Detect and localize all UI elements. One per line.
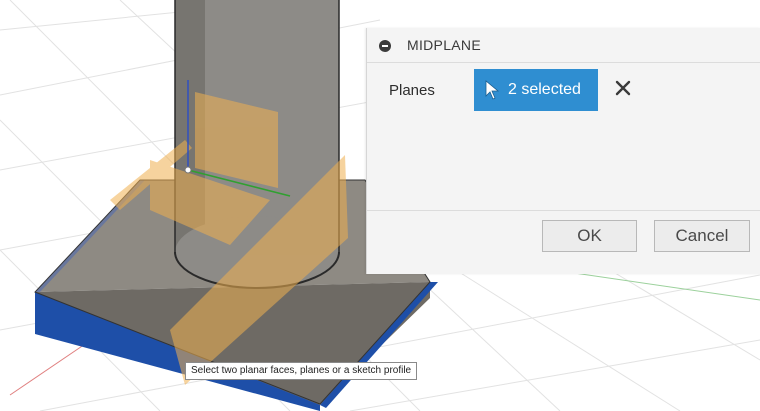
planes-label: Planes: [389, 82, 435, 99]
planes-selection-button[interactable]: 2 selected: [474, 69, 598, 111]
ok-button[interactable]: OK: [542, 220, 637, 252]
minus-circle-icon[interactable]: [379, 40, 391, 52]
cursor-arrow-icon: [485, 80, 500, 100]
cancel-button[interactable]: Cancel: [654, 220, 750, 252]
dialog-title: MIDPLANE: [407, 37, 481, 53]
close-icon[interactable]: [613, 78, 633, 98]
dialog-header: MIDPLANE: [367, 28, 760, 63]
selection-count: 2 selected: [508, 81, 581, 98]
selection-tooltip: Select two planar faces, planes or a ske…: [185, 362, 418, 380]
midplane-dialog: MIDPLANE Planes 2 selected OK Cancel: [366, 28, 760, 274]
